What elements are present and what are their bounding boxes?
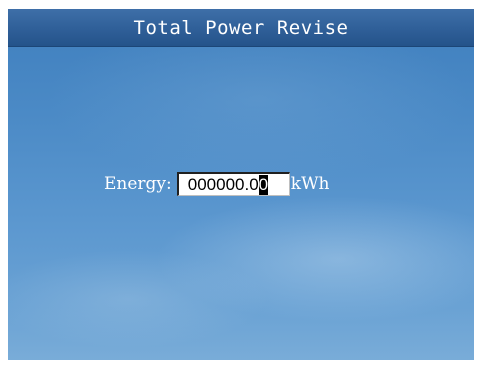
energy-unit-label: kWh — [290, 174, 330, 194]
page-title: Total Power Revise — [133, 16, 349, 39]
energy-label: Energy: — [104, 174, 172, 194]
energy-row: Energy: 000000.0 0 kWh — [104, 170, 330, 198]
energy-cursor-digit: 0 — [258, 174, 269, 195]
energy-value-text: 000000.0 — [187, 174, 259, 194]
screen: Total Power Revise Energy: 000000.0 0 kWh — [0, 0, 485, 367]
title-bar: Total Power Revise — [8, 9, 474, 47]
energy-input[interactable]: 000000.0 0 — [176, 172, 290, 196]
dialog-panel: Total Power Revise Energy: 000000.0 0 kWh — [8, 9, 474, 360]
